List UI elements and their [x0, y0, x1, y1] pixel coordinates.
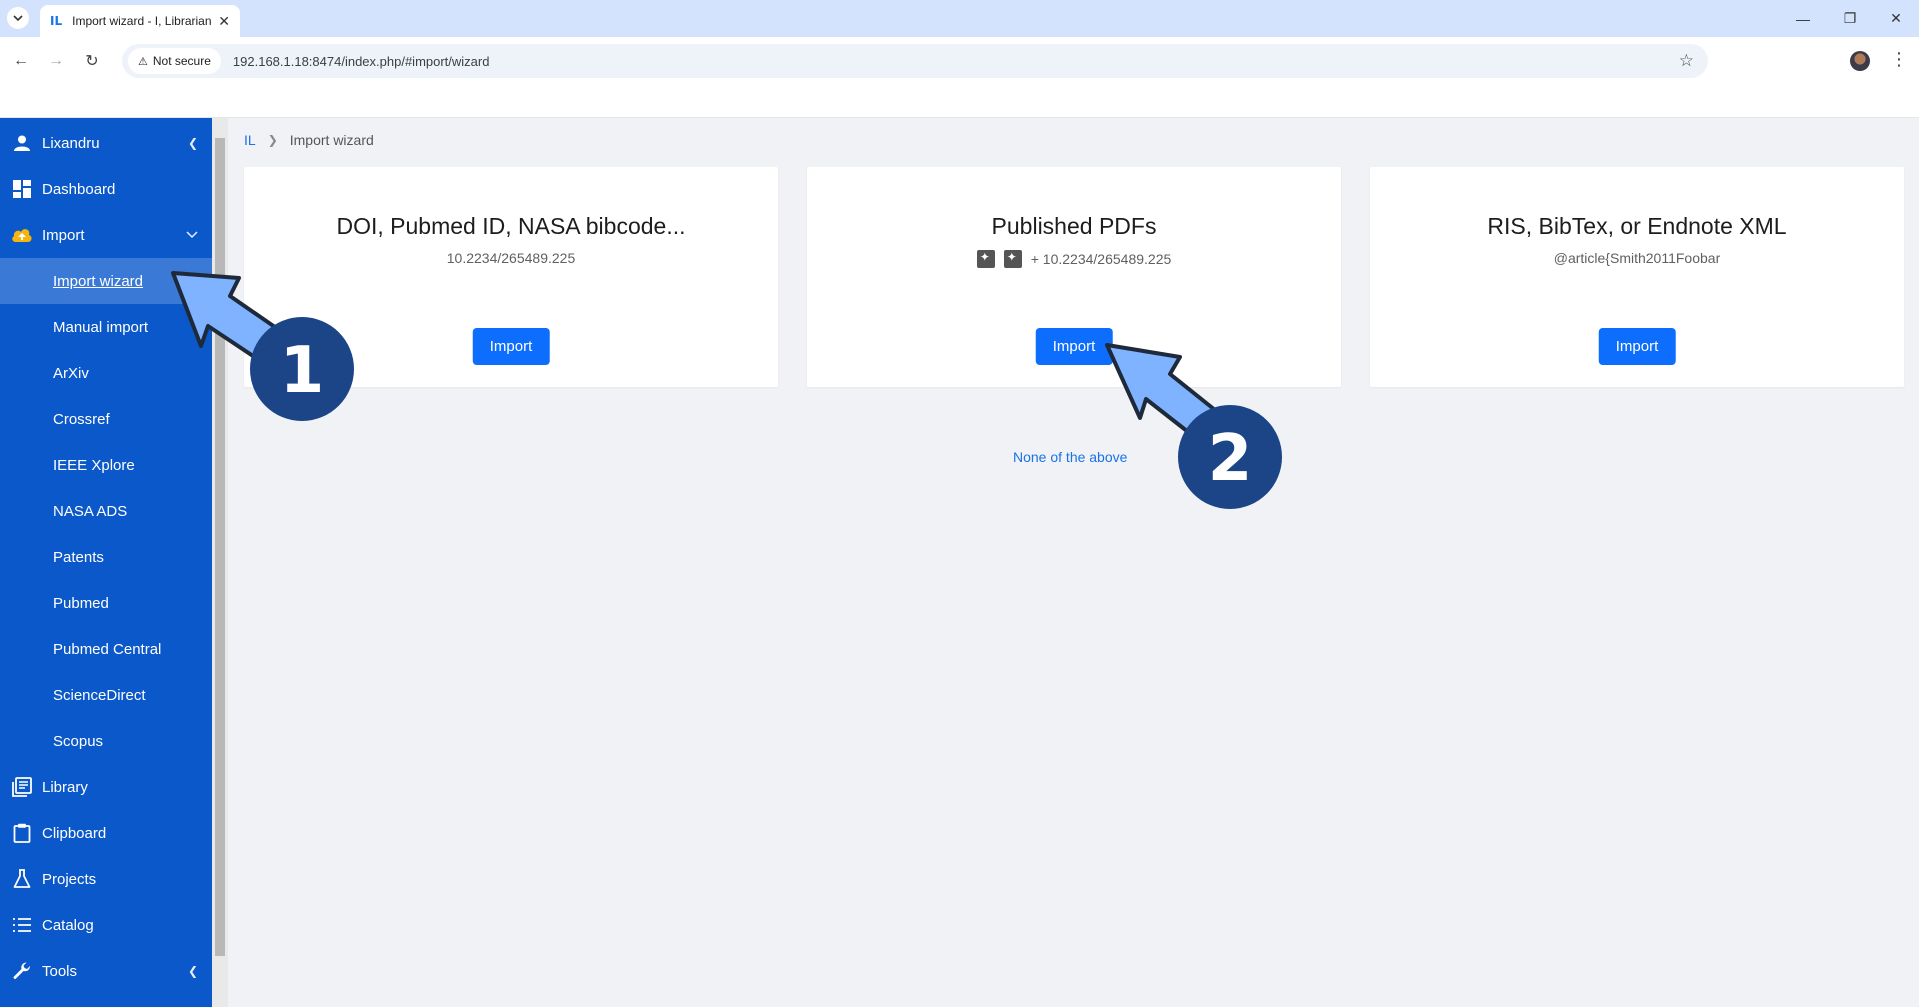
close-window-icon[interactable]: ✕: [1873, 0, 1919, 37]
browser-menu-icon[interactable]: ⋮: [1890, 49, 1908, 70]
card-title: DOI, Pubmed ID, NASA bibcode...: [336, 213, 686, 239]
sidebar-item-label: Clipboard: [42, 824, 107, 842]
sidebar-subitem-sciencedirect[interactable]: ScienceDirect: [0, 672, 212, 718]
sidebar-user[interactable]: Lixandru ❮: [0, 120, 212, 166]
sidebar-item-label: Dashboard: [42, 180, 116, 198]
bookmark-star-icon[interactable]: ☆: [1679, 51, 1694, 71]
main-content: IL ❯ Import wizard DOI, Pubmed ID, NASA …: [228, 118, 1919, 1007]
forward-arrow-icon[interactable]: →: [44, 49, 68, 73]
import-card-bibliography-files: RIS, BibTex, or Endnote XML @article{Smi…: [1370, 167, 1904, 387]
import-pdfs-button[interactable]: Import: [1035, 328, 1113, 365]
sidebar-subitem-ieee-xplore[interactable]: IEEE Xplore: [0, 442, 212, 488]
favicon: IL: [50, 14, 63, 28]
profile-avatar[interactable]: [1850, 51, 1870, 71]
security-label: Not secure: [152, 54, 211, 68]
sidebar-subitem-import-wizard[interactable]: Import wizard: [0, 258, 212, 304]
library-icon: [11, 776, 33, 798]
import-card-pdfs: Published PDFs + 10.2234/265489.225 Impo…: [807, 167, 1341, 387]
sidebar-item-clipboard[interactable]: Clipboard: [0, 810, 212, 856]
chevron-down-icon: [186, 228, 198, 242]
reload-icon[interactable]: ↻: [80, 49, 104, 73]
warning-icon: ⚠: [138, 55, 148, 68]
sidebar-subitem-manual-import[interactable]: Manual import: [0, 304, 212, 350]
tab-search-button[interactable]: [7, 7, 29, 29]
sidebar-item-projects[interactable]: Projects: [0, 856, 212, 902]
sidebar-item-catalog[interactable]: Catalog: [0, 902, 212, 948]
none-of-the-above-link[interactable]: None of the above: [1013, 449, 1127, 465]
import-card-identifier: DOI, Pubmed ID, NASA bibcode... 10.2234/…: [244, 167, 778, 387]
card-title: RIS, BibTex, or Endnote XML: [1487, 213, 1787, 239]
breadcrumb: IL ❯ Import wizard: [244, 132, 374, 148]
sidebar-user-label: Lixandru: [42, 134, 100, 152]
sidebar-item-import[interactable]: Import: [0, 212, 212, 258]
sidebar-subitem-pubmed-central[interactable]: Pubmed Central: [0, 626, 212, 672]
tab-title: Import wizard - I, Librarian: [72, 14, 212, 28]
sidebar-item-label: Projects: [42, 870, 97, 888]
card-title: Published PDFs: [991, 213, 1157, 239]
url-text[interactable]: 192.168.1.18:8474/index.php/#import/wiza…: [233, 54, 490, 69]
flask-icon: [11, 868, 33, 890]
sidebar-scrollbar-thumb[interactable]: [215, 138, 225, 956]
import-bibliography-button[interactable]: Import: [1598, 328, 1676, 365]
back-arrow-icon[interactable]: ←: [9, 49, 33, 73]
card-example: 10.2234/265489.225: [244, 250, 778, 266]
browser-tab-strip: IL Import wizard - I, Librarian ✕ — ❐ ✕: [0, 0, 1919, 37]
breadcrumb-home-link[interactable]: IL: [244, 132, 256, 148]
card-example: + 10.2234/265489.225: [807, 250, 1341, 268]
sidebar-subitem-nasa-ads[interactable]: NASA ADS: [0, 488, 212, 534]
browser-tab[interactable]: IL Import wizard - I, Librarian ✕: [40, 5, 240, 37]
minimize-icon[interactable]: —: [1780, 0, 1826, 37]
card-example: @article{Smith2011Foobar: [1370, 250, 1904, 266]
sidebar-item-library[interactable]: Library: [0, 764, 212, 810]
sidebar-subitem-pubmed[interactable]: Pubmed: [0, 580, 212, 626]
omnibox[interactable]: ⚠ Not secure 192.168.1.18:8474/index.php…: [122, 44, 1708, 78]
sidebar-subitem-scopus[interactable]: Scopus: [0, 718, 212, 764]
card-example-text: 10.2234/265489.225: [446, 250, 576, 266]
sidebar-item-label: Library: [42, 778, 88, 796]
sidebar: Lixandru ❮ Dashboard Import Import wizar…: [0, 118, 212, 1007]
list-icon: [11, 914, 33, 936]
chevron-down-icon: [13, 15, 23, 22]
sidebar-item-dashboard[interactable]: Dashboard: [0, 166, 212, 212]
pdf-file-icon: [976, 250, 995, 268]
wrench-icon: [11, 960, 33, 982]
sidebar-subitem-crossref[interactable]: Crossref: [0, 396, 212, 442]
page-top-bar: [0, 84, 1919, 118]
restore-icon[interactable]: ❐: [1827, 0, 1873, 37]
sidebar-item-tools[interactable]: Tools ❮: [0, 948, 212, 994]
sidebar-item-label: Catalog: [42, 916, 94, 934]
card-example-text: + 10.2234/265489.225: [1030, 251, 1172, 267]
breadcrumb-separator-icon: ❯: [267, 133, 278, 147]
dashboard-icon: [11, 178, 33, 200]
chevron-left-icon: ❮: [187, 964, 198, 978]
user-icon: [11, 132, 33, 154]
cloud-upload-icon: [11, 224, 33, 246]
pdf-file-icon: [1003, 250, 1022, 268]
sidebar-item-label: Tools: [42, 962, 78, 980]
sidebar-subitem-arxiv[interactable]: ArXiv: [0, 350, 212, 396]
sidebar-subitem-patents[interactable]: Patents: [0, 534, 212, 580]
breadcrumb-current: Import wizard: [289, 132, 374, 148]
import-identifier-button[interactable]: Import: [472, 328, 550, 365]
card-example-text: @article{Smith2011Foobar: [1553, 250, 1721, 266]
address-bar-row: ← → ↻ ⚠ Not secure 192.168.1.18:8474/ind…: [0, 37, 1919, 84]
close-tab-icon[interactable]: ✕: [218, 13, 230, 30]
sidebar-item-label: Import: [42, 226, 85, 244]
security-chip[interactable]: ⚠ Not secure: [128, 48, 221, 74]
chevron-left-icon[interactable]: ❮: [188, 136, 198, 150]
clipboard-icon: [11, 822, 33, 844]
